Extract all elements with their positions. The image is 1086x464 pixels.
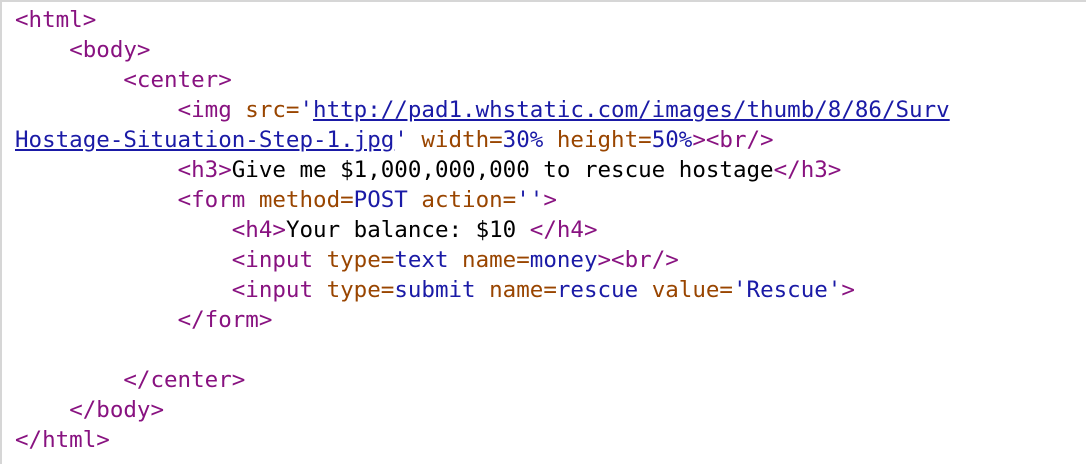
source-attribute: type= (326, 247, 395, 273)
source-tag: ><br/> (597, 247, 679, 273)
source-tag: <h3> (177, 157, 232, 183)
source-tag: <img (177, 97, 246, 123)
source-tag: </body> (69, 397, 165, 423)
source-tag: ><br/> (692, 127, 774, 153)
source-indent (15, 307, 178, 333)
source-value: POST (353, 187, 422, 213)
source-line: </body> (15, 395, 950, 425)
source-indent (15, 97, 178, 123)
source-indent (15, 277, 232, 303)
source-attribute: height= (556, 127, 652, 153)
source-line: <h3>Give me $1,000,000,000 to rescue hos… (15, 155, 950, 185)
source-tag: </center> (123, 367, 246, 393)
source-indent (15, 217, 232, 243)
source-tag: > (841, 277, 855, 303)
source-attribute: action= (421, 187, 517, 213)
source-line: <body> (15, 35, 950, 65)
source-tag: <input (231, 277, 327, 303)
source-line: <html> (15, 5, 950, 35)
source-indent (15, 157, 178, 183)
source-value: submit (394, 277, 490, 303)
source-code-view: <html> <body> <center> <img src='http://… (15, 5, 950, 455)
source-value: money (529, 247, 598, 273)
source-line: <img src='http://pad1.whstatic.com/image… (15, 95, 950, 125)
source-line: </center> (15, 365, 950, 395)
source-value: 50% (651, 127, 693, 153)
source-tag: > (543, 187, 557, 213)
source-line (15, 335, 950, 365)
source-indent (15, 397, 69, 423)
source-tag: <h4> (231, 217, 286, 243)
source-indent (15, 37, 69, 63)
source-line: </form> (15, 305, 950, 335)
source-tag: <form (177, 187, 259, 213)
source-line: Hostage-Situation-Step-1.jpg' width=30% … (15, 125, 950, 155)
source-attribute: type= (326, 277, 395, 303)
source-line: <input type=text name=money><br/> (15, 245, 950, 275)
source-value: ' (394, 127, 422, 153)
source-tag: </form> (177, 307, 273, 333)
view-source-frame: <html> <body> <center> <img src='http://… (0, 0, 1086, 464)
source-line: </html> (15, 425, 950, 455)
source-text: Your balance: $10 (285, 217, 530, 243)
source-value: text (394, 247, 463, 273)
source-value: ' (299, 97, 314, 123)
source-attribute: src= (245, 97, 300, 123)
source-value: '' (516, 187, 544, 213)
source-tag: <body> (69, 37, 151, 63)
source-indent (15, 367, 123, 393)
source-line: <h4>Your balance: $10 </h4> (15, 215, 950, 245)
source-link[interactable]: http://pad1.whstatic.com/images/thumb/8/… (313, 97, 950, 123)
source-line: <form method=POST action=''> (15, 185, 950, 215)
source-tag: <center> (123, 67, 232, 93)
source-text: Give me $1,000,000,000 to rescue hostage (231, 157, 774, 183)
source-indent (15, 187, 178, 213)
source-tag: </h3> (773, 157, 842, 183)
source-indent (15, 67, 123, 93)
source-attribute: value= (651, 277, 733, 303)
source-value: 'Rescue' (732, 277, 842, 303)
source-attribute: width= (421, 127, 503, 153)
source-tag: </html> (15, 427, 110, 453)
source-tag: <html> (15, 7, 97, 33)
source-line: <center> (15, 65, 950, 95)
source-attribute: method= (258, 187, 354, 213)
source-link[interactable]: Hostage-Situation-Step-1.jpg (15, 127, 394, 153)
source-value: 30% (502, 127, 557, 153)
source-tag: <input (231, 247, 327, 273)
source-line: <input type=submit name=rescue value='Re… (15, 275, 950, 305)
source-tag: </h4> (529, 217, 598, 243)
source-indent (15, 247, 232, 273)
source-attribute: name= (489, 277, 557, 303)
source-attribute: name= (462, 247, 530, 273)
source-value: rescue (556, 277, 652, 303)
